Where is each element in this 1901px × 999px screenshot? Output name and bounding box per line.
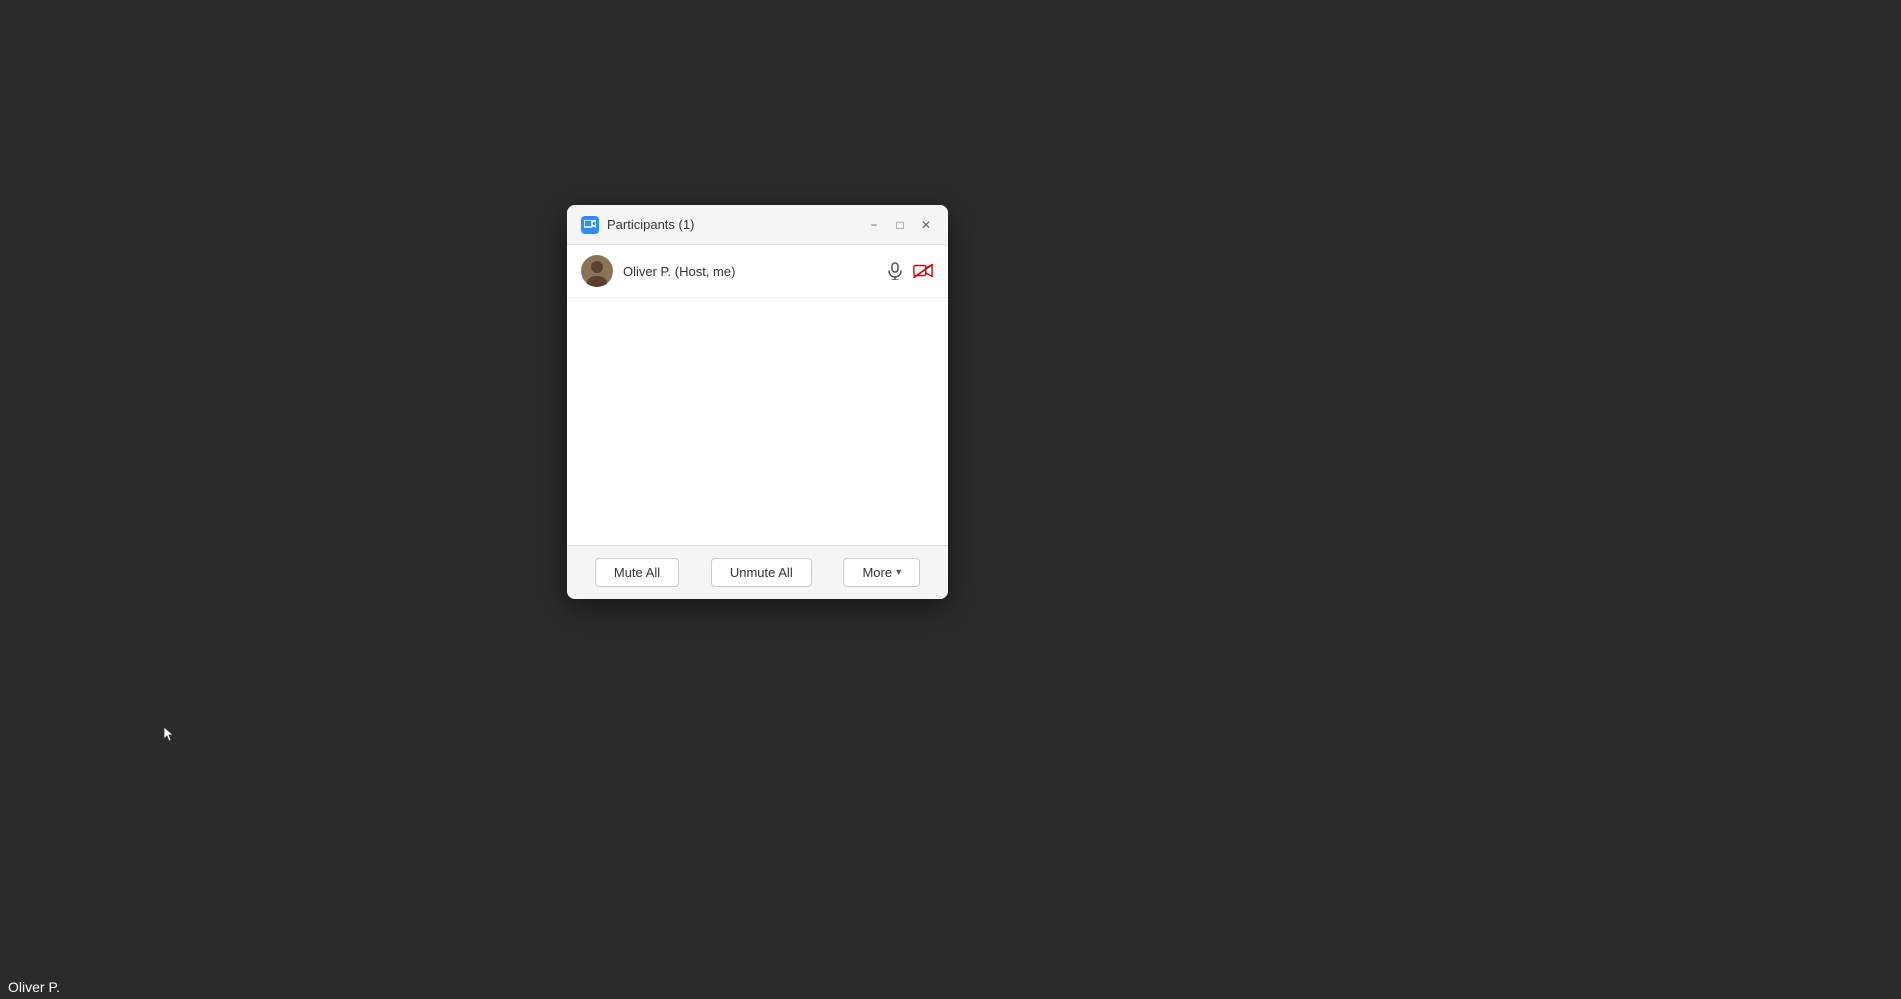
title-bar-left: Participants (1) xyxy=(581,216,694,234)
participants-dialog: Participants (1) − □ ✕ Oliver P. (Host, … xyxy=(567,205,948,599)
empty-participants-area xyxy=(567,298,948,528)
dialog-title: Participants (1) xyxy=(607,217,694,232)
participant-name: Oliver P. (Host, me) xyxy=(623,264,874,279)
zoom-logo-icon xyxy=(581,216,599,234)
mic-icon[interactable] xyxy=(884,260,906,282)
window-controls: − □ ✕ xyxy=(866,217,934,233)
close-button[interactable]: ✕ xyxy=(918,217,934,233)
participant-controls xyxy=(884,260,934,282)
background xyxy=(0,0,1901,999)
title-bar: Participants (1) − □ ✕ xyxy=(567,205,948,245)
minimize-button[interactable]: − xyxy=(866,217,882,233)
dialog-footer: Mute All Unmute All More ▾ xyxy=(567,545,948,599)
avatar xyxy=(581,255,613,287)
more-label: More xyxy=(862,565,892,580)
video-icon[interactable] xyxy=(912,260,934,282)
unmute-all-button[interactable]: Unmute All xyxy=(711,558,812,587)
mute-all-button[interactable]: Mute All xyxy=(595,558,679,587)
participants-list: Oliver P. (Host, me) xyxy=(567,245,948,545)
chevron-down-icon: ▾ xyxy=(896,567,901,578)
more-button[interactable]: More ▾ xyxy=(843,558,920,587)
participant-row: Oliver P. (Host, me) xyxy=(567,245,948,298)
bottom-name-label: Oliver P. xyxy=(0,975,68,999)
maximize-button[interactable]: □ xyxy=(892,217,908,233)
